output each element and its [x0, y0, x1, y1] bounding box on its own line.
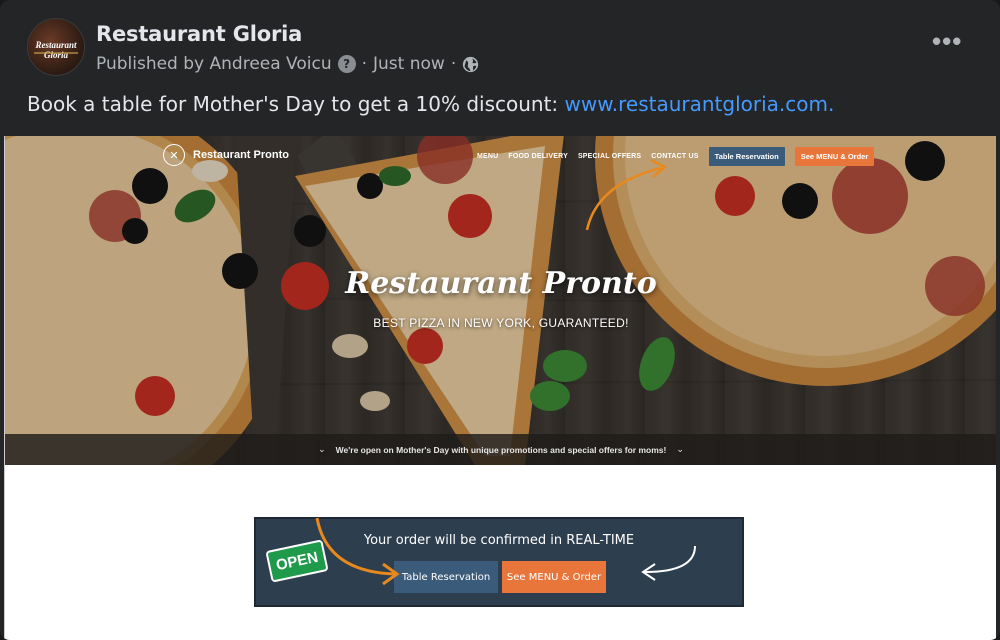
nav-table-reservation-button[interactable]: Table Reservation	[708, 147, 785, 166]
announcement-banner[interactable]: ⌄ We're open on Mother's Day with unique…	[5, 434, 996, 465]
nav-contact-us[interactable]: CONTACT US	[651, 153, 698, 160]
post-body: Book a table for Mother's Day to get a 1…	[27, 92, 834, 116]
facebook-post: Restaurant Gloria Restaurant Gloria Publ…	[0, 0, 1000, 640]
nav-menu[interactable]: MENU	[477, 153, 498, 160]
page-avatar[interactable]: Restaurant Gloria	[27, 18, 85, 76]
more-options-icon[interactable]: •••	[932, 28, 961, 56]
page-name-link[interactable]: Restaurant Gloria	[96, 22, 302, 46]
menu-order-button[interactable]: See MENU & Order	[502, 561, 606, 593]
help-icon[interactable]: ?	[337, 55, 356, 73]
hero-title: Restaurant Pronto	[345, 266, 657, 301]
order-widget: OPEN Your order will be confirmed in REA…	[254, 517, 744, 607]
post-timestamp[interactable]: Just now	[373, 54, 445, 74]
site-nav: MENU FOOD DELIVERY SPECIAL OFFERS CONTAC…	[477, 147, 875, 166]
announcement-text: We're open on Mother's Day with unique p…	[335, 444, 667, 455]
site-logo[interactable]: ✕ Restaurant Pronto	[163, 144, 289, 166]
website-link[interactable]: www.restaurantgloria.com.	[565, 92, 835, 116]
avatar-logo-text: Restaurant Gloria	[35, 40, 77, 60]
meta-separator: ·	[361, 54, 368, 74]
post-body-text: Book a table for Mother's Day to get a 1…	[27, 92, 565, 116]
utensils-icon: ✕	[163, 144, 185, 166]
hero-section: ✕ Restaurant Pronto MENU FOOD DELIVERY S…	[5, 136, 996, 465]
avatar-divider	[34, 52, 78, 54]
site-logo-text: Restaurant Pronto	[193, 149, 289, 161]
post-meta: Published by Andreea Voicu ? · Just now …	[96, 54, 479, 74]
table-reservation-button[interactable]: Table Reservation	[394, 561, 498, 593]
chevron-down-icon: ⌄	[318, 444, 326, 454]
nav-food-delivery[interactable]: FOOD DELIVERY	[508, 153, 568, 160]
order-widget-title: Your order will be confirmed in REAL-TIM…	[363, 533, 635, 548]
chevron-down-icon: ⌄	[676, 444, 684, 454]
hero-subtitle: BEST PIZZA IN NEW YORK, GUARANTEED!	[373, 316, 629, 330]
nav-special-offers[interactable]: SPECIAL OFFERS	[578, 153, 641, 160]
attached-screenshot[interactable]: ✕ Restaurant Pronto MENU FOOD DELIVERY S…	[4, 136, 996, 640]
nav-menu-order-button[interactable]: See MENU & Order	[794, 147, 875, 166]
meta-separator: ·	[450, 54, 457, 74]
globe-icon[interactable]	[462, 56, 479, 73]
published-by-text: Published by Andreea Voicu	[96, 54, 332, 74]
